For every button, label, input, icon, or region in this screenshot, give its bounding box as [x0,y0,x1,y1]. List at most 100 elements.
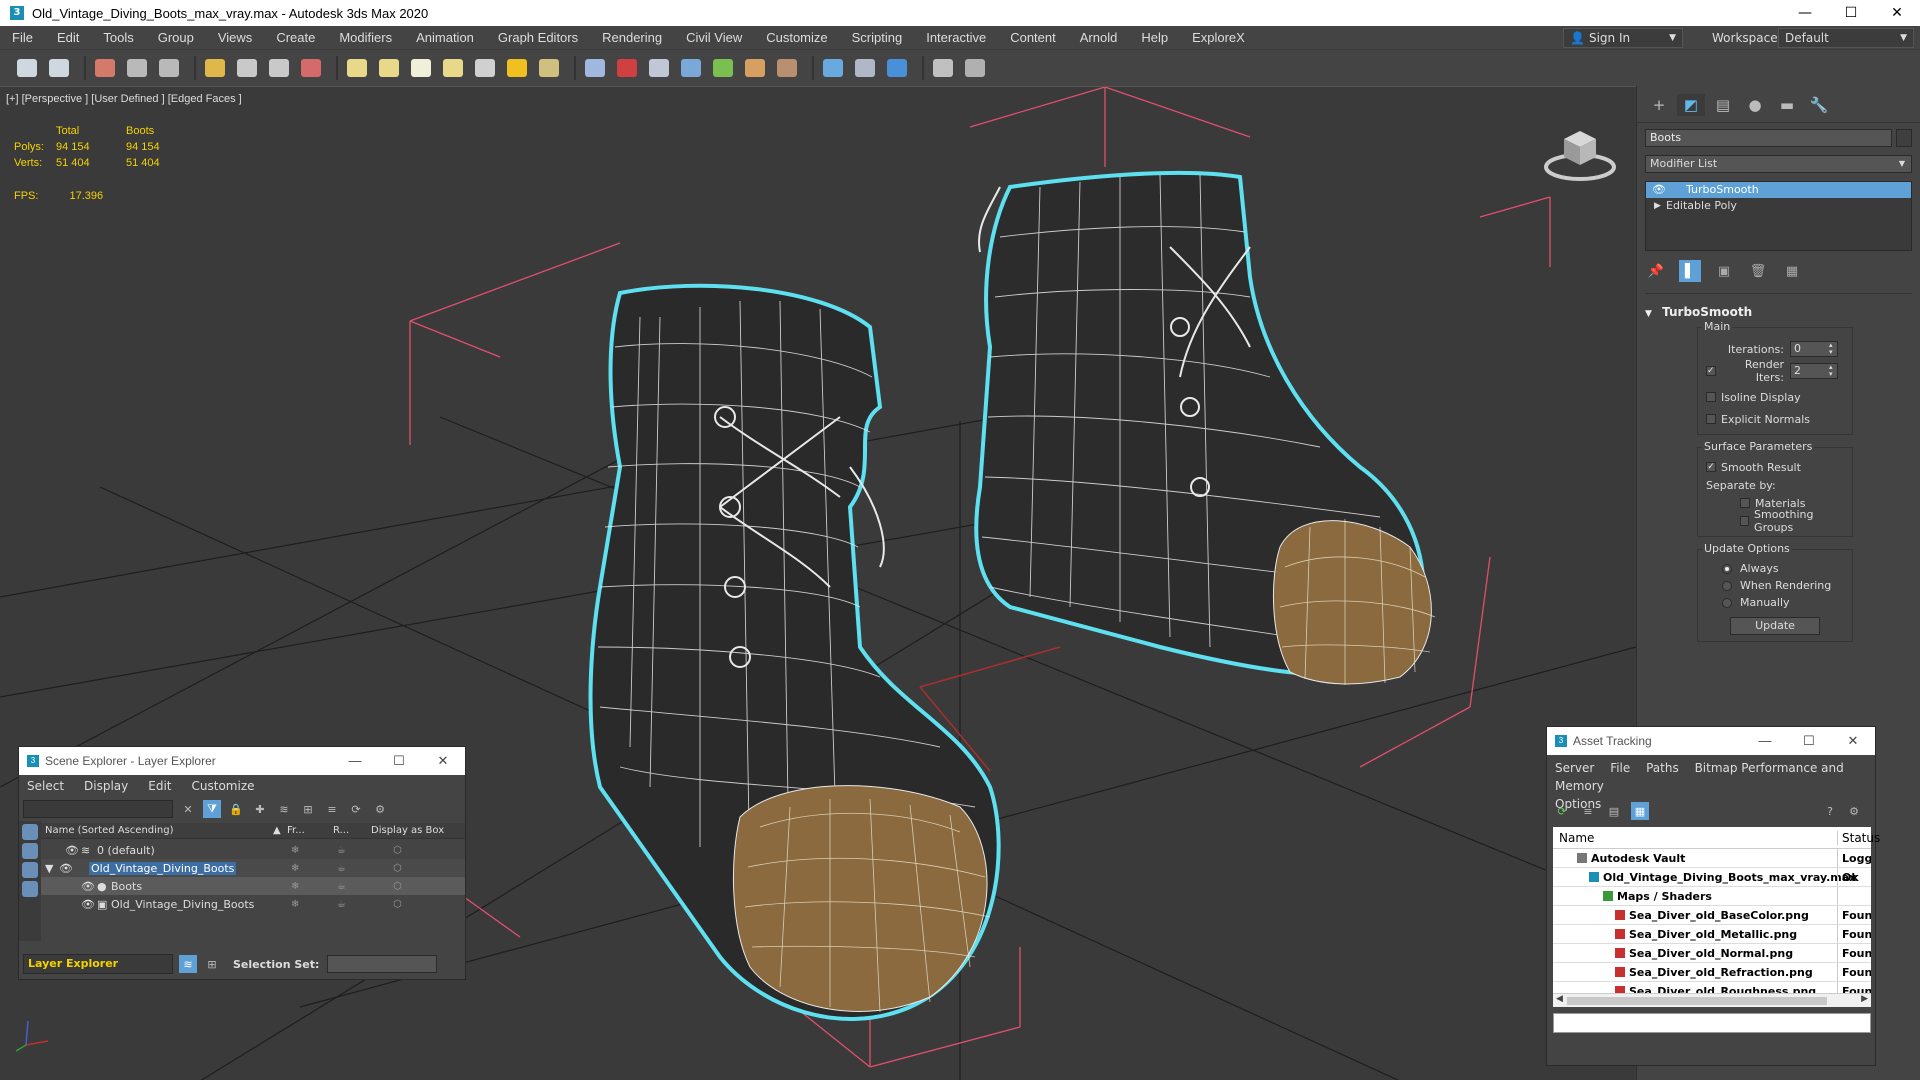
filter-icon[interactable]: ⧩ [203,800,221,818]
layer-explorer-dropdown[interactable]: Layer Explorer [23,954,173,974]
menu-rendering[interactable]: Rendering [590,26,674,50]
col-box-header[interactable]: Display as Box [371,825,444,836]
scroll-right-icon[interactable]: ▶ [1861,994,1868,1004]
minimize-button[interactable]: — [333,747,377,775]
settings-icon[interactable]: ⚙ [371,800,389,818]
maximize-button[interactable]: ☐ [377,747,421,775]
when-rendering-radio[interactable] [1722,580,1732,591]
texture-icon[interactable] [774,55,800,81]
asset-row[interactable]: Maps / Shaders [1553,887,1871,906]
asset-row[interactable]: Old_Vintage_Diving_Boots_max_vray.max Ok [1553,868,1871,887]
display-objects-icon[interactable] [22,824,38,840]
menu-explorex[interactable]: ExploreX [1180,26,1257,50]
workspace-select[interactable]: Default ▼ [1778,28,1914,48]
object-color-swatch[interactable] [1896,129,1912,147]
rollout-header[interactable]: ▼ TurboSmooth [1645,303,1912,321]
manually-radio[interactable] [1722,597,1732,608]
menu-scripting[interactable]: Scripting [840,26,915,50]
render-teapot-icon[interactable]: ☕ [337,899,346,910]
update-button[interactable]: Update [1730,617,1820,635]
box-icon[interactable]: ⬡ [393,863,402,874]
motion-tab[interactable]: ● [1741,94,1769,116]
maximize-button[interactable]: ☐ [1828,0,1874,26]
expand-triangle-icon[interactable]: ▶ [1654,198,1661,214]
menu-help[interactable]: Help [1129,26,1180,50]
scene-explorer-titlebar[interactable]: 3 Scene Explorer - Layer Explorer — ☐ ✕ [19,747,465,775]
modifier-list-dropdown[interactable]: Modifier List ▼ [1645,155,1912,173]
explicit-normals-checkbox[interactable] [1706,414,1716,424]
globe-icon[interactable] [820,55,846,81]
menu-file[interactable]: File [0,26,45,50]
menu-group[interactable]: Group [146,26,206,50]
sync-icon[interactable]: ⟳ [347,800,365,818]
box-icon[interactable]: ⬡ [393,881,402,892]
pin-stack-icon[interactable]: 📌 [1645,260,1667,282]
iterations-spinner[interactable]: 0 [1790,341,1838,357]
smoothing-groups-checkbox[interactable] [1740,516,1750,526]
display-layers-icon[interactable] [22,843,38,859]
clear-search-icon[interactable]: ✕ [179,800,197,818]
create-tab[interactable]: + [1645,94,1673,116]
menu-customize[interactable]: Customize [754,26,839,50]
box-icon[interactable]: ⬡ [393,899,402,910]
display-cameras-icon[interactable] [22,881,38,897]
asset-row[interactable]: Sea_Diver_old_Normal.png Found [1553,944,1871,963]
configure-modifier-sets-icon[interactable]: ▦ [1781,260,1803,282]
stack-item-editable-poly[interactable]: ▶ Editable Poly [1646,198,1911,214]
menu-arnold[interactable]: Arnold [1068,26,1130,50]
render-teapot-icon[interactable] [884,55,910,81]
help-icon[interactable]: ? [1821,802,1839,820]
asset-row[interactable]: Sea_Diver_old_Metallic.png Found [1553,925,1871,944]
render-frame-icon[interactable] [92,55,118,81]
minimize-button[interactable]: — [1782,0,1828,26]
show-end-result-icon[interactable]: ▌ [1679,260,1701,282]
render-teapot-icon[interactable]: ☕ [337,881,346,892]
asset-row[interactable]: Autodesk Vault Logged [1553,849,1871,868]
hierarchy-toggle-icon[interactable]: ⊞ [203,955,221,973]
close-button[interactable]: ✕ [421,747,465,775]
hierarchy-tab[interactable]: ▤ [1709,94,1737,116]
menu-edit[interactable]: Edit [45,26,91,50]
isoline-checkbox[interactable] [1706,392,1716,402]
cone-icon[interactable] [472,55,498,81]
scroll-left-icon[interactable]: ◀ [1556,994,1563,1004]
col-freeze-header[interactable]: Fr... [287,825,305,836]
menu-modifiers[interactable]: Modifiers [327,26,404,50]
camera-icon[interactable] [646,55,672,81]
render-teapot-icon[interactable]: ☕ [337,863,346,874]
col-name-header[interactable]: Name [1559,831,1594,845]
script-icon[interactable] [930,55,956,81]
smooth-result-checkbox[interactable]: ✓ [1706,462,1716,472]
display-tab[interactable]: ▬ [1773,94,1801,116]
tree-row[interactable]: ▼ 👁 Old_Vintage_Diving_Boots ❄ ☕ ⬡ [41,859,465,877]
maximize-button[interactable]: ☐ [1787,727,1831,755]
render-iters-spinner[interactable]: 2 [1790,363,1838,379]
table-icon[interactable] [156,55,182,81]
freeze-icon[interactable]: ❄ [291,845,299,856]
at-menu-file[interactable]: File [1610,761,1630,775]
tree-row[interactable]: 👁 ≋ 0 (default) ❄ ☕ ⬡ [41,841,465,859]
viewport-label[interactable]: [+] [Perspective ] [User Defined ] [Edge… [6,93,242,105]
tree-row[interactable]: 👁 ● Boots ❄ ☕ ⬡ [41,877,465,895]
detail-view-icon[interactable]: ▤ [1605,802,1623,820]
asset-row[interactable]: Sea_Diver_old_BaseColor.png Found [1553,906,1871,925]
material-icon[interactable] [298,55,324,81]
sphere-sweep-icon[interactable] [266,55,292,81]
materials-checkbox[interactable] [1740,498,1750,508]
render-iters-checkbox[interactable]: ✓ [1706,366,1716,376]
help-icon[interactable] [962,55,988,81]
expand-arrow-icon[interactable]: ▼ [45,862,53,875]
render-setup-icon[interactable] [852,55,878,81]
plant-icon[interactable] [710,55,736,81]
se-menu-customize[interactable]: Customize [192,779,255,793]
horizontal-scrollbar[interactable]: ◀ ▶ [1553,993,1871,1007]
menu-create[interactable]: Create [264,26,327,50]
menu-content[interactable]: Content [998,26,1068,50]
sun-icon[interactable] [504,55,530,81]
stack-item-turbosmooth[interactable]: 👁 TurboSmooth [1646,182,1911,198]
hierarchy-icon[interactable]: ⊞ [299,800,317,818]
grid-icon[interactable] [124,55,150,81]
menu-tools[interactable]: Tools [91,26,145,50]
col-render-header[interactable]: R... [333,825,349,836]
eye-icon[interactable]: 👁 [59,862,73,875]
